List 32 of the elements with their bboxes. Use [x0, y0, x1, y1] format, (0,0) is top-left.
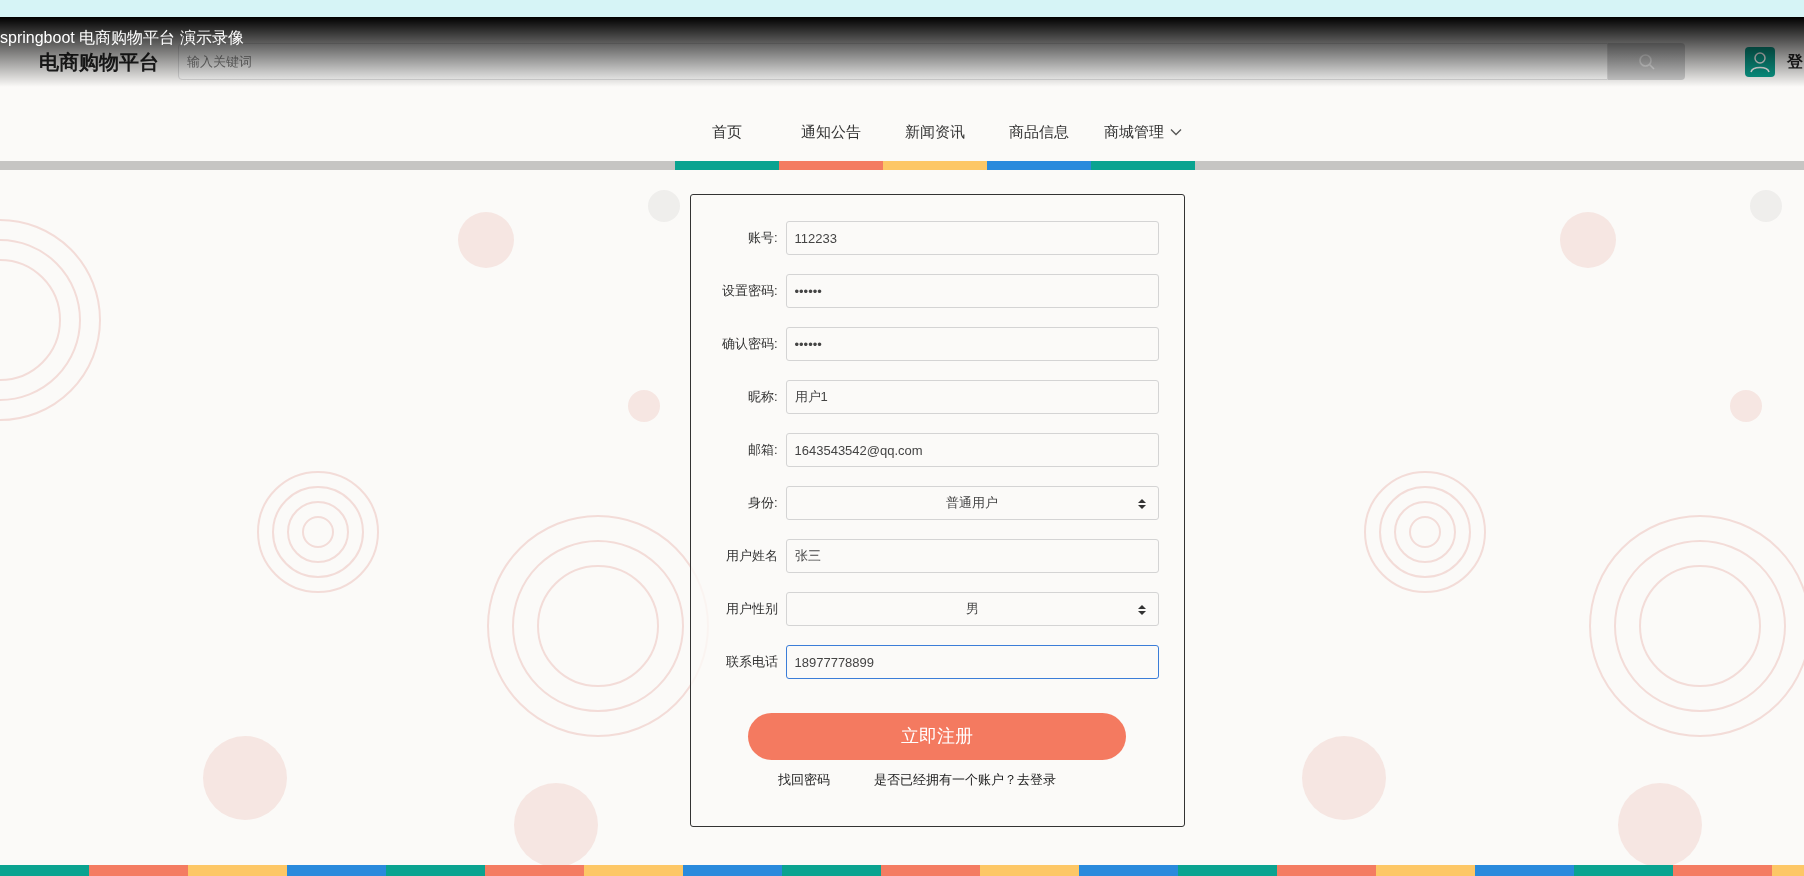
search-button[interactable] — [1608, 43, 1685, 80]
input-field[interactable]: 18977778899 — [785, 645, 1159, 679]
input-field[interactable]: 112233 — [785, 221, 1159, 255]
field-label: 昵称: — [746, 388, 779, 407]
input-field[interactable]: 1643543542@qq.com — [785, 433, 1159, 467]
user-avatar-icon[interactable] — [1745, 46, 1775, 77]
field-label: 用户姓名 — [724, 547, 779, 566]
up-down-icon — [1137, 605, 1146, 615]
input-field[interactable]: 张三 — [785, 539, 1159, 573]
login-link[interactable]: 登 — [1787, 49, 1803, 74]
site-logo: 电商购物平台 — [39, 49, 159, 75]
select-field[interactable]: 普通用户 — [785, 486, 1159, 520]
field-label: 账号: — [746, 229, 779, 248]
nav-item[interactable]: 商城管理 — [1104, 120, 1182, 144]
field-label: 设置密码: — [720, 282, 779, 301]
input-field[interactable]: 用户1 — [785, 380, 1159, 414]
field-label: 用户性别 — [724, 600, 779, 619]
search-icon — [1637, 52, 1656, 71]
nav-item[interactable]: 新闻资讯 — [905, 120, 965, 144]
field-label: 邮箱: — [746, 441, 779, 460]
field-label: 联系电话 — [724, 653, 779, 672]
select-field[interactable]: 男 — [785, 592, 1159, 626]
nav-item[interactable]: 商品信息 — [1009, 120, 1069, 144]
text-link[interactable]: 找回密码 — [778, 770, 830, 790]
nav-item[interactable]: 通知公告 — [801, 120, 861, 144]
field-label: 确认密码: — [720, 335, 779, 354]
text-link[interactable]: 是否已经拥有一个账户？去登录 — [874, 770, 1056, 790]
up-down-icon — [1137, 499, 1146, 509]
input-field[interactable]: •••••• — [785, 327, 1159, 361]
field-label: 身份: — [746, 494, 779, 513]
input-field[interactable]: •••••• — [785, 274, 1159, 308]
nav-item[interactable]: 首页 — [712, 120, 742, 144]
